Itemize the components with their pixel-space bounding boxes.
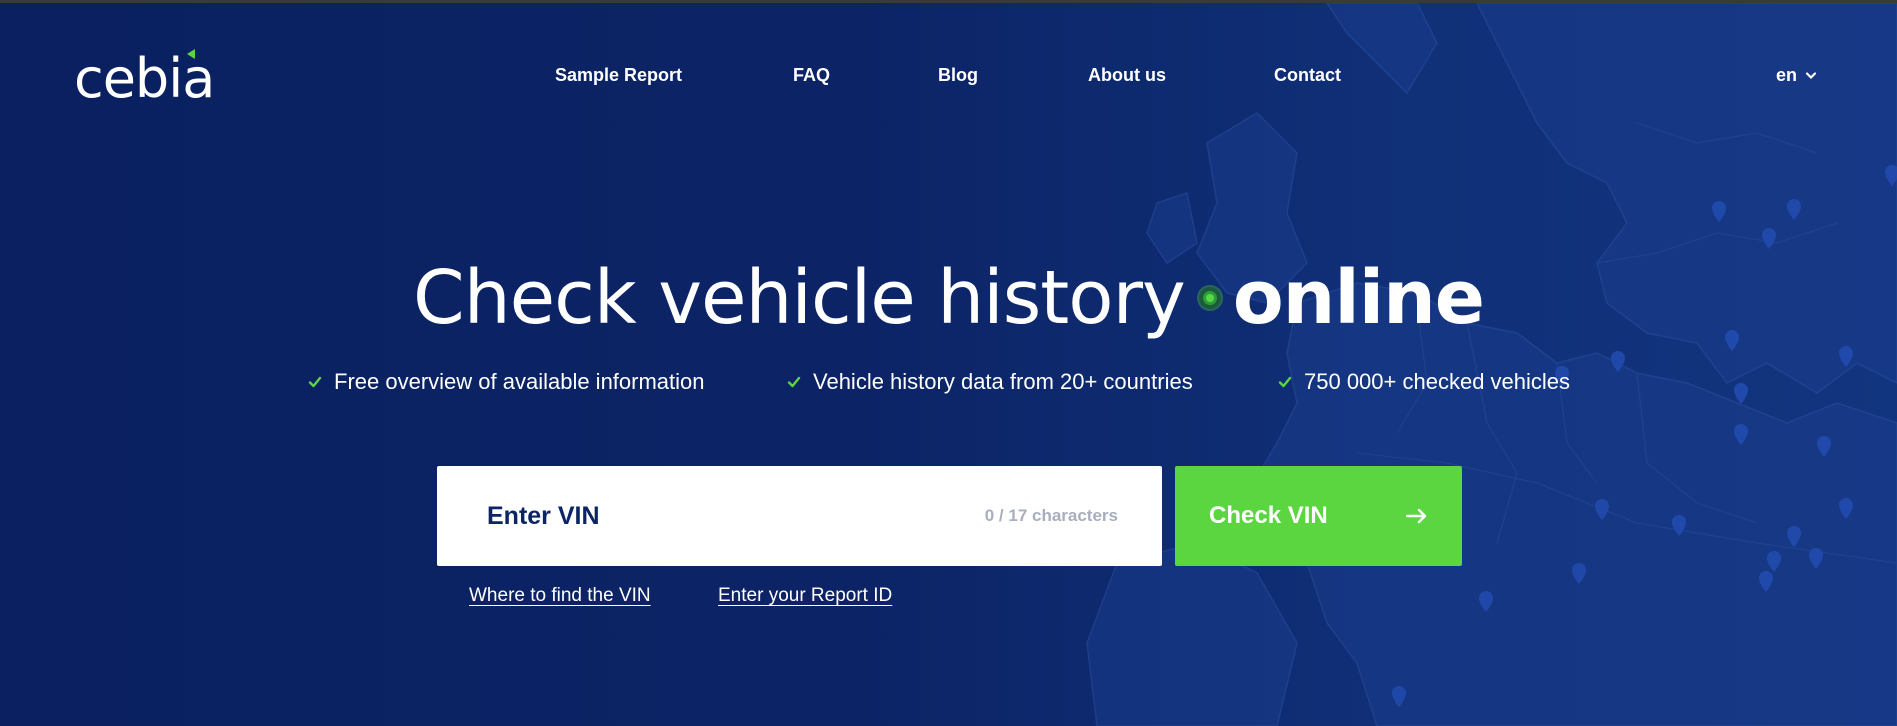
language-selector[interactable]: en [1776, 65, 1817, 86]
feature-list: Free overview of available information V… [0, 369, 1897, 399]
feature-item: 750 000+ checked vehicles [1278, 369, 1570, 395]
nav-sample-report[interactable]: Sample Report [555, 65, 682, 86]
feature-item: Free overview of available information [308, 369, 705, 395]
language-label: en [1776, 65, 1798, 85]
main-navigation: Sample Report FAQ Blog About us Contact [0, 65, 1897, 89]
headline-main: Check vehicle history [413, 255, 1186, 341]
page-headline: Check vehicle history online [0, 253, 1897, 343]
arrow-right-icon [1406, 508, 1427, 524]
nav-faq[interactable]: FAQ [793, 65, 830, 86]
feature-text: Vehicle history data from 20+ countries [813, 369, 1193, 394]
green-dot-icon [1198, 287, 1221, 310]
where-to-find-vin-link[interactable]: Where to find the VIN [469, 585, 651, 607]
check-vin-label: Check VIN [1209, 502, 1328, 529]
nav-blog[interactable]: Blog [938, 65, 978, 86]
feature-text: Free overview of available information [334, 369, 705, 394]
check-icon [787, 376, 801, 388]
enter-report-id-link[interactable]: Enter your Report ID [718, 585, 892, 607]
europe-map-background [1086, 3, 1897, 726]
nav-about-us[interactable]: About us [1088, 65, 1166, 86]
check-vin-button[interactable]: Check VIN [1175, 466, 1462, 566]
nav-contact[interactable]: Contact [1274, 65, 1341, 86]
feature-item: Vehicle history data from 20+ countries [787, 369, 1193, 395]
vin-input[interactable] [487, 501, 985, 531]
vin-input-container: 0 / 17 characters [437, 466, 1162, 566]
chevron-down-icon [1805, 71, 1817, 79]
check-icon [1278, 376, 1292, 388]
headline-emphasis: online [1232, 255, 1485, 341]
vin-character-counter: 0 / 17 characters [984, 506, 1118, 525]
hero-section: cebia Sample Report FAQ Blog About us Co… [0, 3, 1897, 726]
feature-text: 750 000+ checked vehicles [1304, 369, 1571, 394]
check-icon [308, 376, 322, 388]
